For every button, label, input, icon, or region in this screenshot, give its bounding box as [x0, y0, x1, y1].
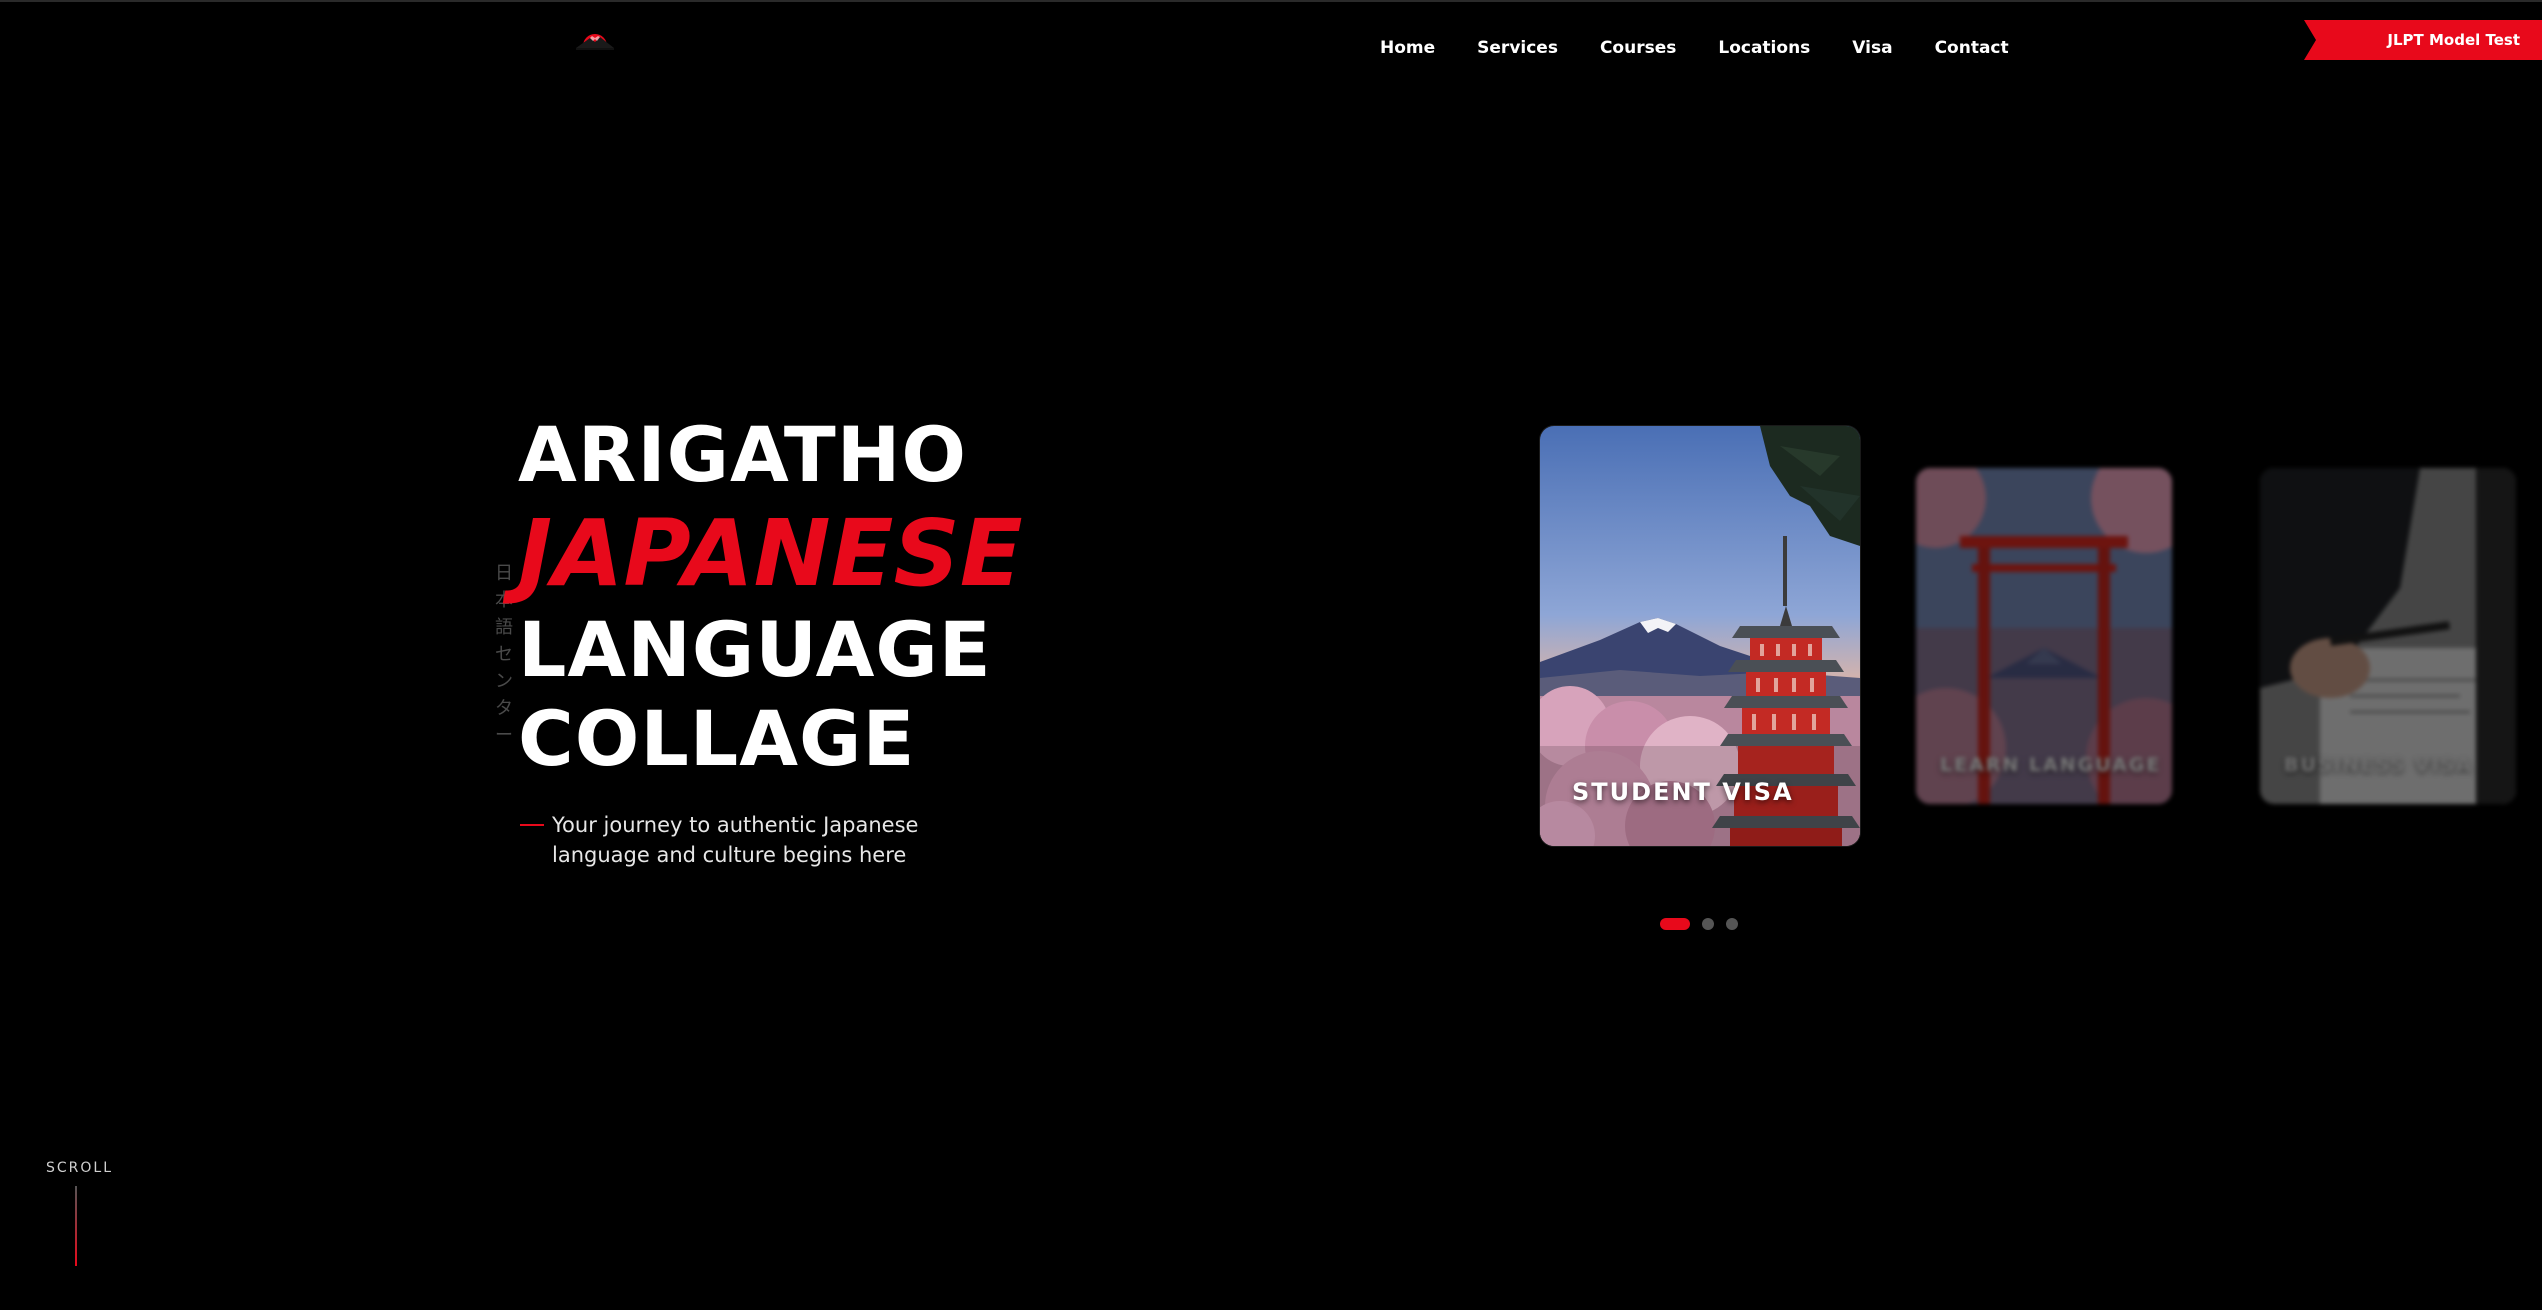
nav-services[interactable]: Services	[1477, 36, 1558, 60]
carousel-card-student-visa[interactable]: STUDENT VISA	[1540, 426, 1860, 846]
carousel-dot-3[interactable]	[1726, 918, 1738, 930]
jlpt-workshop-button[interactable]: JLPT Model Test Workshop	[2304, 20, 2542, 60]
carousel-pagination	[1660, 918, 1750, 930]
nav-locations[interactable]: Locations	[1718, 36, 1810, 60]
scroll-label: SCROLL	[46, 1160, 114, 1176]
hero-subtitle: Your journey to authentic Japanese langu…	[552, 813, 919, 867]
hero-title-line-2: JAPANESE	[518, 500, 1023, 607]
carousel-card-learn-language[interactable]: LEARN LANGUAGE	[1916, 468, 2172, 804]
logo[interactable]	[574, 24, 616, 54]
vertical-japanese-text: 日本語センター	[495, 563, 513, 746]
card-label-student-visa: STUDENT VISA	[1572, 778, 1794, 806]
nav-home[interactable]: Home	[1380, 36, 1435, 60]
page: Home Services Courses Locations Visa Con…	[0, 0, 2542, 1310]
main-nav: Home Services Courses Locations Visa Con…	[1380, 36, 2051, 60]
card-label-business-visa: BUSINESS VISA	[2284, 754, 2473, 776]
hero-title-line-1: ARIGATHO	[518, 410, 967, 499]
nav-contact[interactable]: Contact	[1935, 36, 2009, 60]
hero-title-line-4: COLLAGE	[518, 694, 916, 783]
hero-title-line-3: LANGUAGE	[518, 605, 992, 694]
nav-visa[interactable]: Visa	[1852, 36, 1892, 60]
nav-courses[interactable]: Courses	[1600, 36, 1676, 60]
carousel-dot-2[interactable]	[1702, 918, 1714, 930]
red-sun-mountain-icon	[576, 34, 614, 50]
card-label-learn-language: LEARN LANGUAGE	[1940, 754, 2162, 776]
subtitle-accent-dash	[520, 824, 544, 826]
carousel-card-business-visa[interactable]: BUSINESS VISA	[2260, 468, 2516, 804]
scroll-indicator-line	[75, 1186, 77, 1266]
carousel-dot-1[interactable]	[1660, 918, 1690, 930]
top-border	[0, 0, 2542, 2]
